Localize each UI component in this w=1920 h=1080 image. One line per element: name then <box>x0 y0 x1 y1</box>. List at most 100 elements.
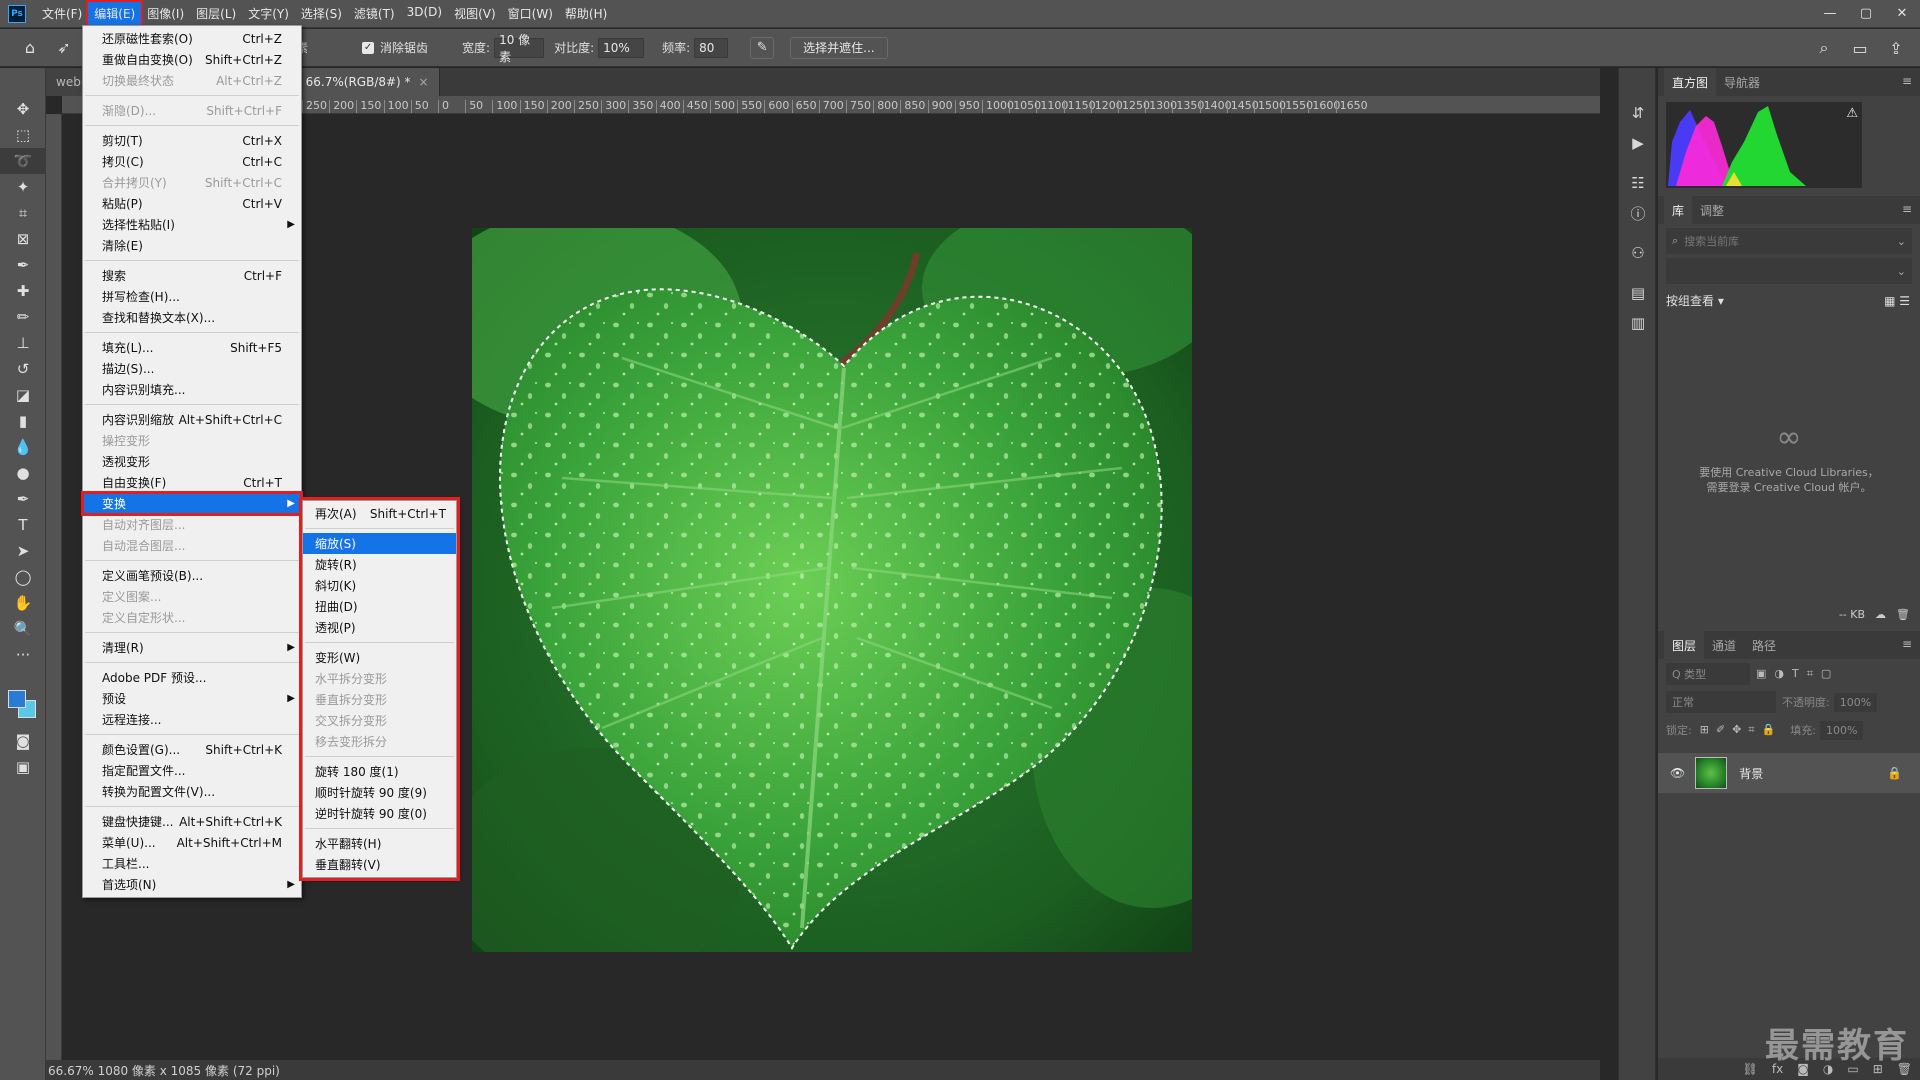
menu-5[interactable]: 选择(S) <box>295 2 348 25</box>
tab-library[interactable]: 库 <box>1664 196 1693 224</box>
menu-item[interactable]: 清除(E) <box>83 235 301 256</box>
eraser-tool-icon[interactable]: ◪ <box>0 382 46 408</box>
menu-item[interactable]: 内容识别填充... <box>83 379 301 400</box>
menu-1[interactable]: 编辑(E) <box>86 0 144 27</box>
menu-item[interactable]: 透视变形 <box>83 451 301 472</box>
home-icon[interactable]: ⌂ <box>16 34 44 62</box>
menu-item[interactable]: 远程连接... <box>83 709 301 730</box>
move-tool-icon[interactable]: ✥ <box>0 96 46 122</box>
maximize-button[interactable]: ▢ <box>1848 0 1884 26</box>
menu-item[interactable]: 拷贝(C) Ctrl+C <box>83 151 301 172</box>
cloud-sync-icon[interactable]: ☁ <box>1875 608 1886 621</box>
menu-item[interactable]: 首选项(N) ▶ <box>83 874 301 895</box>
ellipse-tool-icon[interactable]: ◯ <box>0 564 46 590</box>
menu-item[interactable]: 水平翻转(H) <box>303 833 456 854</box>
menu-item[interactable]: 拼写检查(H)... <box>83 286 301 307</box>
lock-icon[interactable]: 🔒 <box>1887 766 1902 780</box>
menu-item[interactable]: 剪切(T) Ctrl+X <box>83 130 301 151</box>
menu-item[interactable]: 旋转(R) <box>303 554 456 575</box>
lock-icons[interactable]: ⊞✐✥⌗🔒 <box>1700 723 1783 737</box>
frame-tool-icon[interactable]: ⊠ <box>0 226 46 252</box>
close-tab-icon[interactable]: × <box>419 75 429 89</box>
menu-item[interactable]: 工具栏... <box>83 853 301 874</box>
opacity-input[interactable]: 100% <box>1833 692 1878 712</box>
magic-wand-tool-icon[interactable]: ✦ <box>0 174 46 200</box>
library-search-input[interactable]: ⌕ 搜索当前库 ⌄ <box>1666 228 1912 254</box>
workspace-icon[interactable]: ▭ <box>1846 34 1874 62</box>
contrast-input[interactable]: 10% <box>598 37 645 58</box>
pen-pressure-icon[interactable]: ✎ <box>750 36 775 59</box>
search-icon[interactable]: ⌕ <box>1810 34 1838 62</box>
fill-input[interactable]: 100% <box>1819 720 1864 740</box>
healing-brush-tool-icon[interactable]: ✚ <box>0 278 46 304</box>
color-swatches[interactable] <box>8 690 38 720</box>
grid-list-view-icon[interactable]: ▦ ☰ <box>1884 294 1910 308</box>
character-icon[interactable]: ⚇ <box>1619 238 1657 268</box>
crop-tool-icon[interactable]: ⌗ <box>0 200 46 226</box>
chevron-down-icon[interactable]: ⌄ <box>1897 265 1906 278</box>
leaf-image[interactable] <box>472 228 1192 952</box>
menu-item[interactable]: 填充(L)... Shift+F5 <box>83 337 301 358</box>
brush-tool-icon[interactable]: ✏ <box>0 304 46 330</box>
menu-item[interactable]: 描边(S)... <box>83 358 301 379</box>
path-selection-tool-icon[interactable]: ➤ <box>0 538 46 564</box>
gradient-tool-icon[interactable]: ▮ <box>0 408 46 434</box>
width-input[interactable]: 10 像素 <box>494 33 545 64</box>
history-icon[interactable]: ⇵ <box>1619 98 1657 128</box>
library-select[interactable]: ⌄ <box>1666 258 1912 284</box>
menu-item[interactable]: 粘贴(P) Ctrl+V <box>83 193 301 214</box>
menu-item[interactable]: 顺时针旋转 90 度(9) <box>303 782 456 803</box>
menu-item[interactable]: 斜切(K) <box>303 575 456 596</box>
magnetic-lasso-icon[interactable]: ➶ <box>50 34 78 62</box>
more-tools-icon[interactable]: ··· <box>0 642 46 668</box>
menu-2[interactable]: 图像(I) <box>141 2 190 25</box>
antialias-checkbox[interactable]: ✓ <box>362 41 375 54</box>
menu-7[interactable]: 3D(D) <box>401 2 448 25</box>
library-view-label[interactable]: 按组查看 ▾ <box>1666 292 1724 309</box>
menu-item[interactable]: 变形(W) <box>303 647 456 668</box>
menu-item[interactable]: 重做自由变换(O) Shift+Ctrl+Z <box>83 49 301 70</box>
dodge-tool-icon[interactable]: ● <box>0 460 46 486</box>
tab-adjustments[interactable]: 调整 <box>1692 196 1732 224</box>
menu-item[interactable]: 旋转 180 度(1) <box>303 761 456 782</box>
screen-mode-icon[interactable]: ▣ <box>0 754 46 780</box>
layer-name[interactable]: 背景 <box>1739 765 1763 782</box>
hand-tool-icon[interactable]: ✋ <box>0 590 46 616</box>
tab-navigator[interactable]: 导航器 <box>1716 68 1768 96</box>
menu-item[interactable]: 还原磁性套索(O) Ctrl+Z <box>83 28 301 49</box>
chevron-down-icon[interactable]: ⌄ <box>1897 235 1906 248</box>
menu-item[interactable]: 垂直翻转(V) <box>303 854 456 875</box>
warning-icon[interactable]: ⚠ <box>1846 106 1858 121</box>
properties-icon[interactable]: ☷ <box>1619 168 1657 198</box>
actions-play-icon[interactable]: ▶ <box>1619 128 1657 158</box>
menu-item[interactable]: 透视(P) <box>303 617 456 638</box>
blend-mode-select[interactable]: 正常 <box>1666 691 1776 713</box>
quick-mask-icon[interactable]: ◙ <box>0 728 46 754</box>
panel-menu-icon[interactable]: ≡ <box>1902 637 1912 651</box>
menu-item[interactable]: 清理(R) ▶ <box>83 637 301 658</box>
menu-item[interactable]: 指定配置文件... <box>83 760 301 781</box>
zoom-tool-icon[interactable]: 🔍 <box>0 616 46 642</box>
menu-item[interactable]: 定义画笔预设(B)... <box>83 565 301 586</box>
menu-item[interactable]: Adobe PDF 预设... <box>83 667 301 688</box>
menu-item[interactable]: 扭曲(D) <box>303 596 456 617</box>
trash-icon[interactable]: 🗑 <box>1896 608 1910 621</box>
menu-item[interactable]: 键盘快捷键... Alt+Shift+Ctrl+K <box>83 811 301 832</box>
tab-layers[interactable]: 图层 <box>1664 631 1705 659</box>
library-view-selector[interactable]: 按组查看 ▾ ▦ ☰ <box>1658 288 1920 313</box>
panel-menu-icon[interactable]: ≡ <box>1902 202 1912 216</box>
menu-0[interactable]: 文件(F) <box>36 2 88 25</box>
layer-row-background[interactable]: 👁 背景 🔒 <box>1658 753 1920 793</box>
lasso-tool-icon[interactable]: ➰ <box>0 148 46 174</box>
link-icon[interactable]: ⛓ <box>1743 1062 1758 1076</box>
layers-filter-select[interactable]: Q 类型 <box>1666 663 1750 685</box>
foreground-color-swatch[interactable] <box>8 690 26 708</box>
menu-item[interactable]: 再次(A) Shift+Ctrl+T <box>303 503 456 524</box>
menu-item[interactable]: 颜色设置(G)... Shift+Ctrl+K <box>83 739 301 760</box>
tab-histogram[interactable]: 直方图 <box>1664 68 1717 96</box>
menu-10[interactable]: 帮助(H) <box>559 2 613 25</box>
menu-item[interactable]: 查找和替换文本(X)... <box>83 307 301 328</box>
eyedropper-tool-icon[interactable]: ✒ <box>0 252 46 278</box>
notes-icon[interactable]: ▥ <box>1619 308 1657 338</box>
menu-item[interactable]: 自由变换(F) Ctrl+T <box>83 472 301 493</box>
